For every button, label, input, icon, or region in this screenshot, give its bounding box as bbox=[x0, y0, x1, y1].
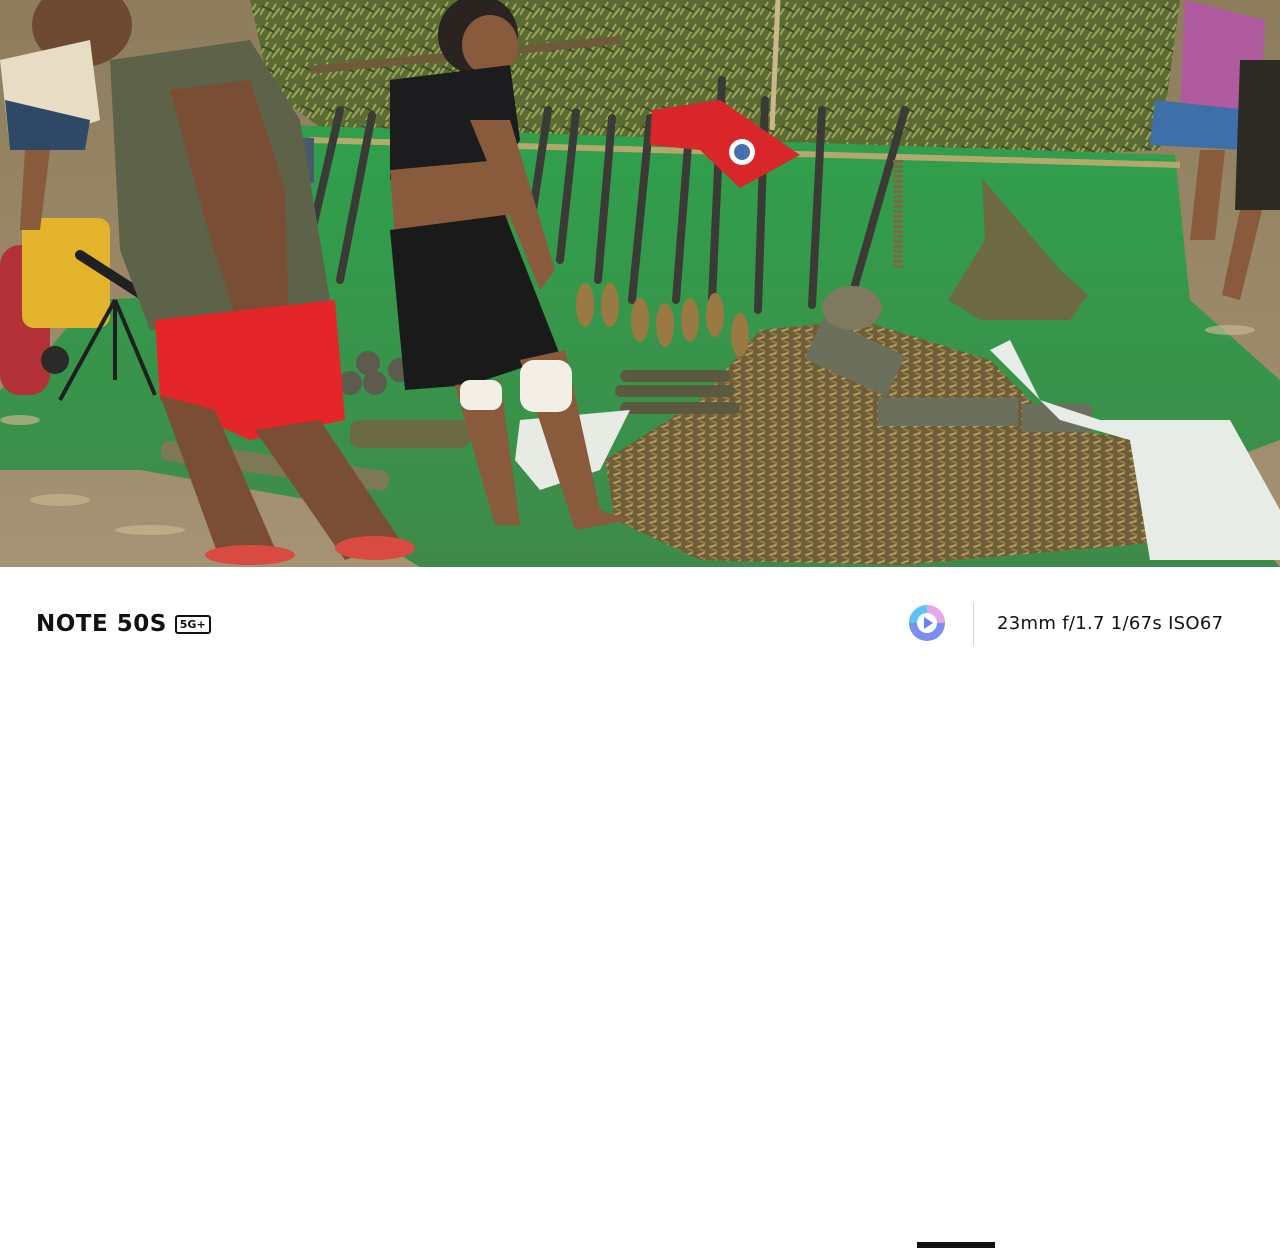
divider bbox=[973, 603, 974, 645]
brand-badge: 5G+ bbox=[174, 614, 211, 634]
camera-logo-icon bbox=[909, 605, 945, 641]
rocket-tube bbox=[350, 420, 470, 448]
brand-name: NOTE 50S bbox=[36, 611, 167, 637]
camera-watermark-bar: NOTE 50S 5G+ 23mm f/1.7 1/67s ISO67 bbox=[0, 567, 1280, 1248]
camera-settings: 23mm f/1.7 1/67s ISO67 bbox=[997, 613, 1224, 634]
bottom-indicator bbox=[917, 1242, 995, 1248]
photo-scene bbox=[0, 0, 1280, 567]
jerrycan bbox=[22, 218, 110, 328]
photo bbox=[0, 0, 1280, 567]
brand-logo: NOTE 50S 5G+ bbox=[36, 611, 211, 637]
